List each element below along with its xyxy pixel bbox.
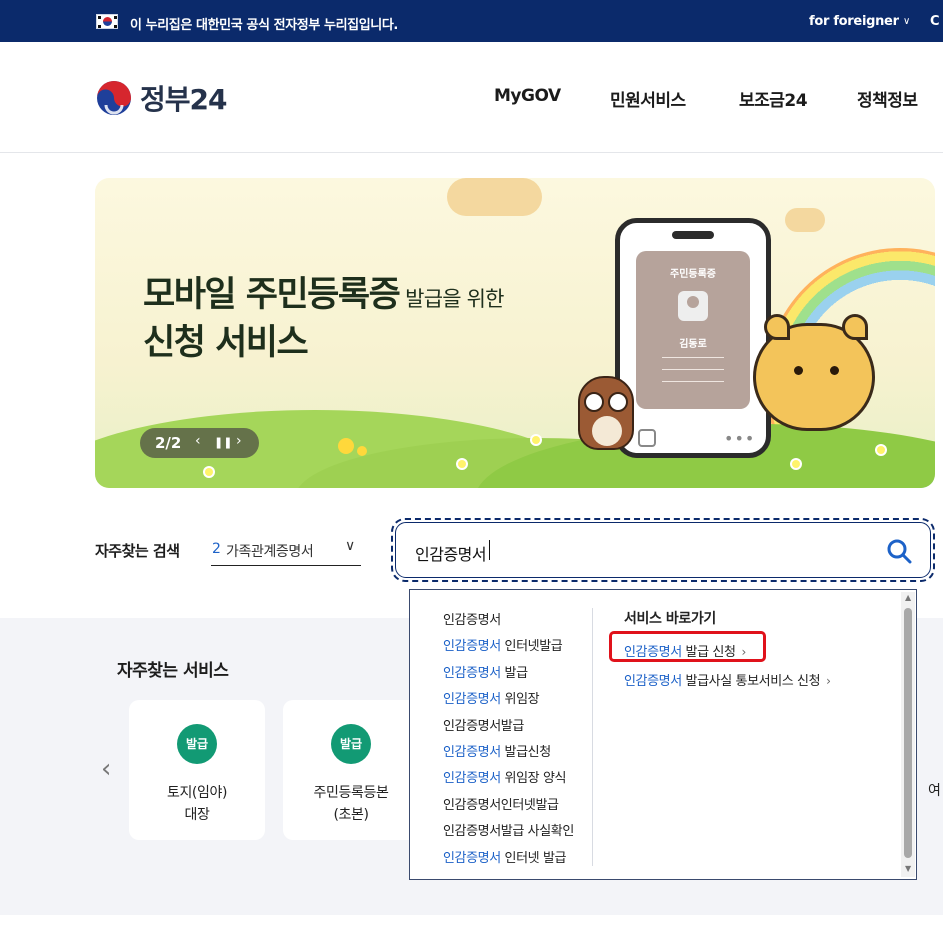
issue-badge: 발급 [331,724,371,764]
id-card-illustration: 주민등록증 김동로 [636,251,750,409]
service-card-land-register[interactable]: 발급 토지(임야) 대장 [129,700,265,840]
nav-policy-info[interactable]: 정책정보 [857,86,918,111]
autocomplete-item[interactable]: 인감증명서 발급 [443,662,528,681]
cloud-decoration [447,178,542,216]
chevron-right-icon: › [826,674,831,688]
autocomplete-item[interactable]: 인감증명서 위임장 양식 [443,767,566,786]
chevron-down-icon: ∨ [345,538,356,554]
banner-page-count: 2/2 [155,434,182,452]
chevron-down-icon[interactable]: ∨ [903,16,910,27]
scroll-up-icon[interactable]: ▲ [905,593,911,602]
banner-pager: 2/2 ‹ ❚❚ › [140,428,259,458]
promo-banner[interactable]: 모바일 주민등록증 발급을 위한 신청 서비스 주민등록증 김동로 ••• 2/… [95,178,935,488]
chick-illustration [338,438,354,454]
gov-notice-text: 이 누리집은 대한민국 공식 전자정부 누리집입니다. [130,18,398,33]
autocomplete-item[interactable]: 인감증명서발급 [443,715,524,734]
issue-badge: 발급 [177,724,217,764]
search-autocomplete-dropdown: 인감증명서 인감증명서 인터넷발급 인감증명서 발급 인감증명서 위임장 인감증… [409,589,917,880]
phone-illustration: 주민등록증 김동로 ••• [615,218,771,458]
dropdown-divider [592,608,593,866]
cloud-decoration [785,208,825,232]
pause-icon[interactable]: ❚❚ [214,436,232,449]
banner-prev-icon[interactable]: ‹ [195,433,201,449]
text-cursor [489,540,490,560]
frequent-search-label: 자주찾는 검색 [95,542,180,560]
scroll-down-icon[interactable]: ▼ [905,864,911,873]
nav-civil-service[interactable]: 민원서비스 [610,86,686,111]
autocomplete-item[interactable]: 인감증명서 인터넷 발급 [443,847,566,866]
service-card-label: 토지(임야) 대장 [166,785,228,823]
main-search-box[interactable]: 인감증명서 [391,518,935,582]
nav-mygov[interactable]: MyGOV [494,86,561,106]
taegeuk-logo-icon[interactable] [96,80,132,116]
carousel-prev-icon[interactable]: ‹ [101,754,111,784]
frequent-search-value: 가족관계증명서 [226,544,314,560]
gov-notice-bar: 이 누리집은 대한민국 공식 전자정부 누리집입니다. for foreigne… [0,0,943,42]
service-card-resident-register[interactable]: 발급 주민등록등본 (초본) [283,700,419,840]
korea-flag-icon [96,14,118,29]
banner-title-line1: 모바일 주민등록증 발급을 위한 [143,275,504,315]
person-icon [678,291,708,321]
banner-next-icon[interactable]: › [236,433,242,449]
frequent-services-title: 자주찾는 서비스 [117,661,229,681]
chevron-right-icon: › [741,645,747,659]
service-card-label: 주민등록등본 (초본) [313,785,389,823]
autocomplete-item[interactable]: 인감증명서 발급신청 [443,741,551,760]
autocomplete-item[interactable]: 인감증명서 인터넷발급 [443,635,563,654]
squirrel-character-illustration [753,314,875,431]
quick-links-title: 서비스 바로가기 [624,611,716,627]
autocomplete-item[interactable]: 인감증명서 위임장 [443,688,540,707]
site-logo-text[interactable]: 정부24 [140,78,227,118]
nav-subsidy24[interactable]: 보조금24 [739,86,808,111]
autocomplete-item[interactable]: 인감증명서 [443,609,501,628]
frequent-search-select[interactable]: 2 가족관계증명서 ∨ [211,532,361,566]
quick-link-seal-cert-apply[interactable]: 인감증명서 발급 신청 › [624,641,746,660]
banner-title-line2: 신청 서비스 [143,323,309,363]
autocomplete-item[interactable]: 인감증명서발급 사실확인 [443,820,574,839]
frequent-search-rank: 2 [212,541,221,557]
quick-link-seal-cert-notify[interactable]: 인감증명서 발급사실 통보서비스 신청 › [624,670,831,689]
owl-character-illustration [578,376,634,450]
gov-bar-cut-text[interactable]: C [930,14,940,29]
scrollbar-thumb[interactable] [904,608,912,858]
service-card-cut-label[interactable]: 여 [928,780,941,800]
autocomplete-item[interactable]: 인감증명서인터넷발급 [443,794,559,813]
for-foreigner-link[interactable]: for foreigner [809,14,899,29]
search-icon[interactable] [886,538,912,564]
site-header: 정부24 MyGOV 민원서비스 보조금24 정책정보 [0,42,943,153]
search-input[interactable]: 인감증명서 [415,541,487,565]
